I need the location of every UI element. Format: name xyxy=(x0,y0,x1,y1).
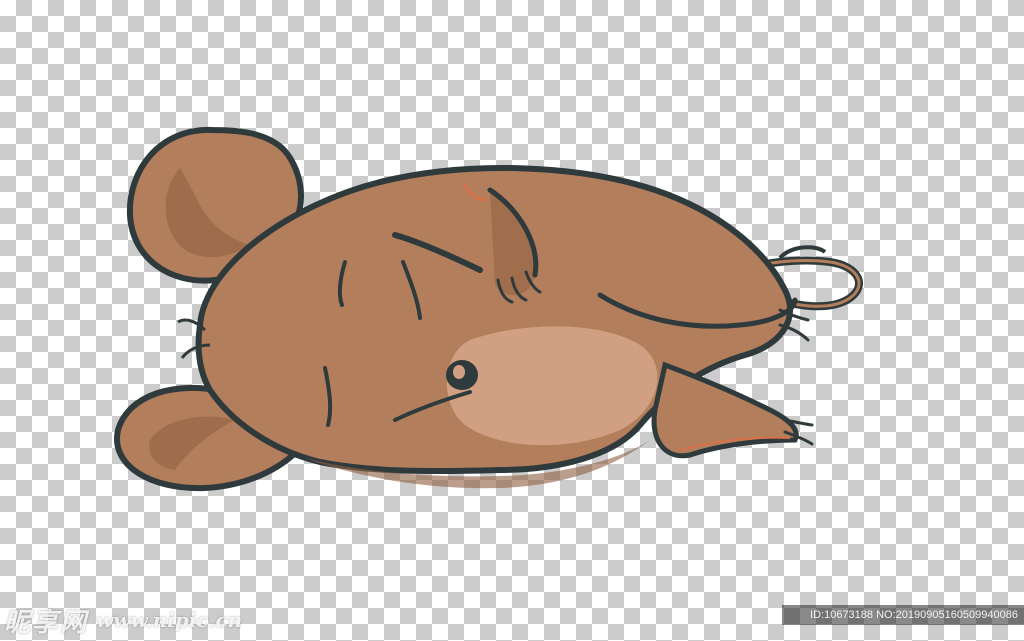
mouse-illustration xyxy=(113,126,863,492)
watermark-id-text: ID:10673188 NO:20190905160509940086 xyxy=(810,609,1018,621)
watermark-site-url: www.nipic.cn xyxy=(96,608,243,632)
nipic-watermark-logo: 昵享网 www.nipic.cn xyxy=(4,601,242,639)
watermark-site-name: 昵享网 xyxy=(4,607,89,638)
watermark-id-bar: ID:10673188 NO:20190905160509940086 xyxy=(782,605,1024,625)
